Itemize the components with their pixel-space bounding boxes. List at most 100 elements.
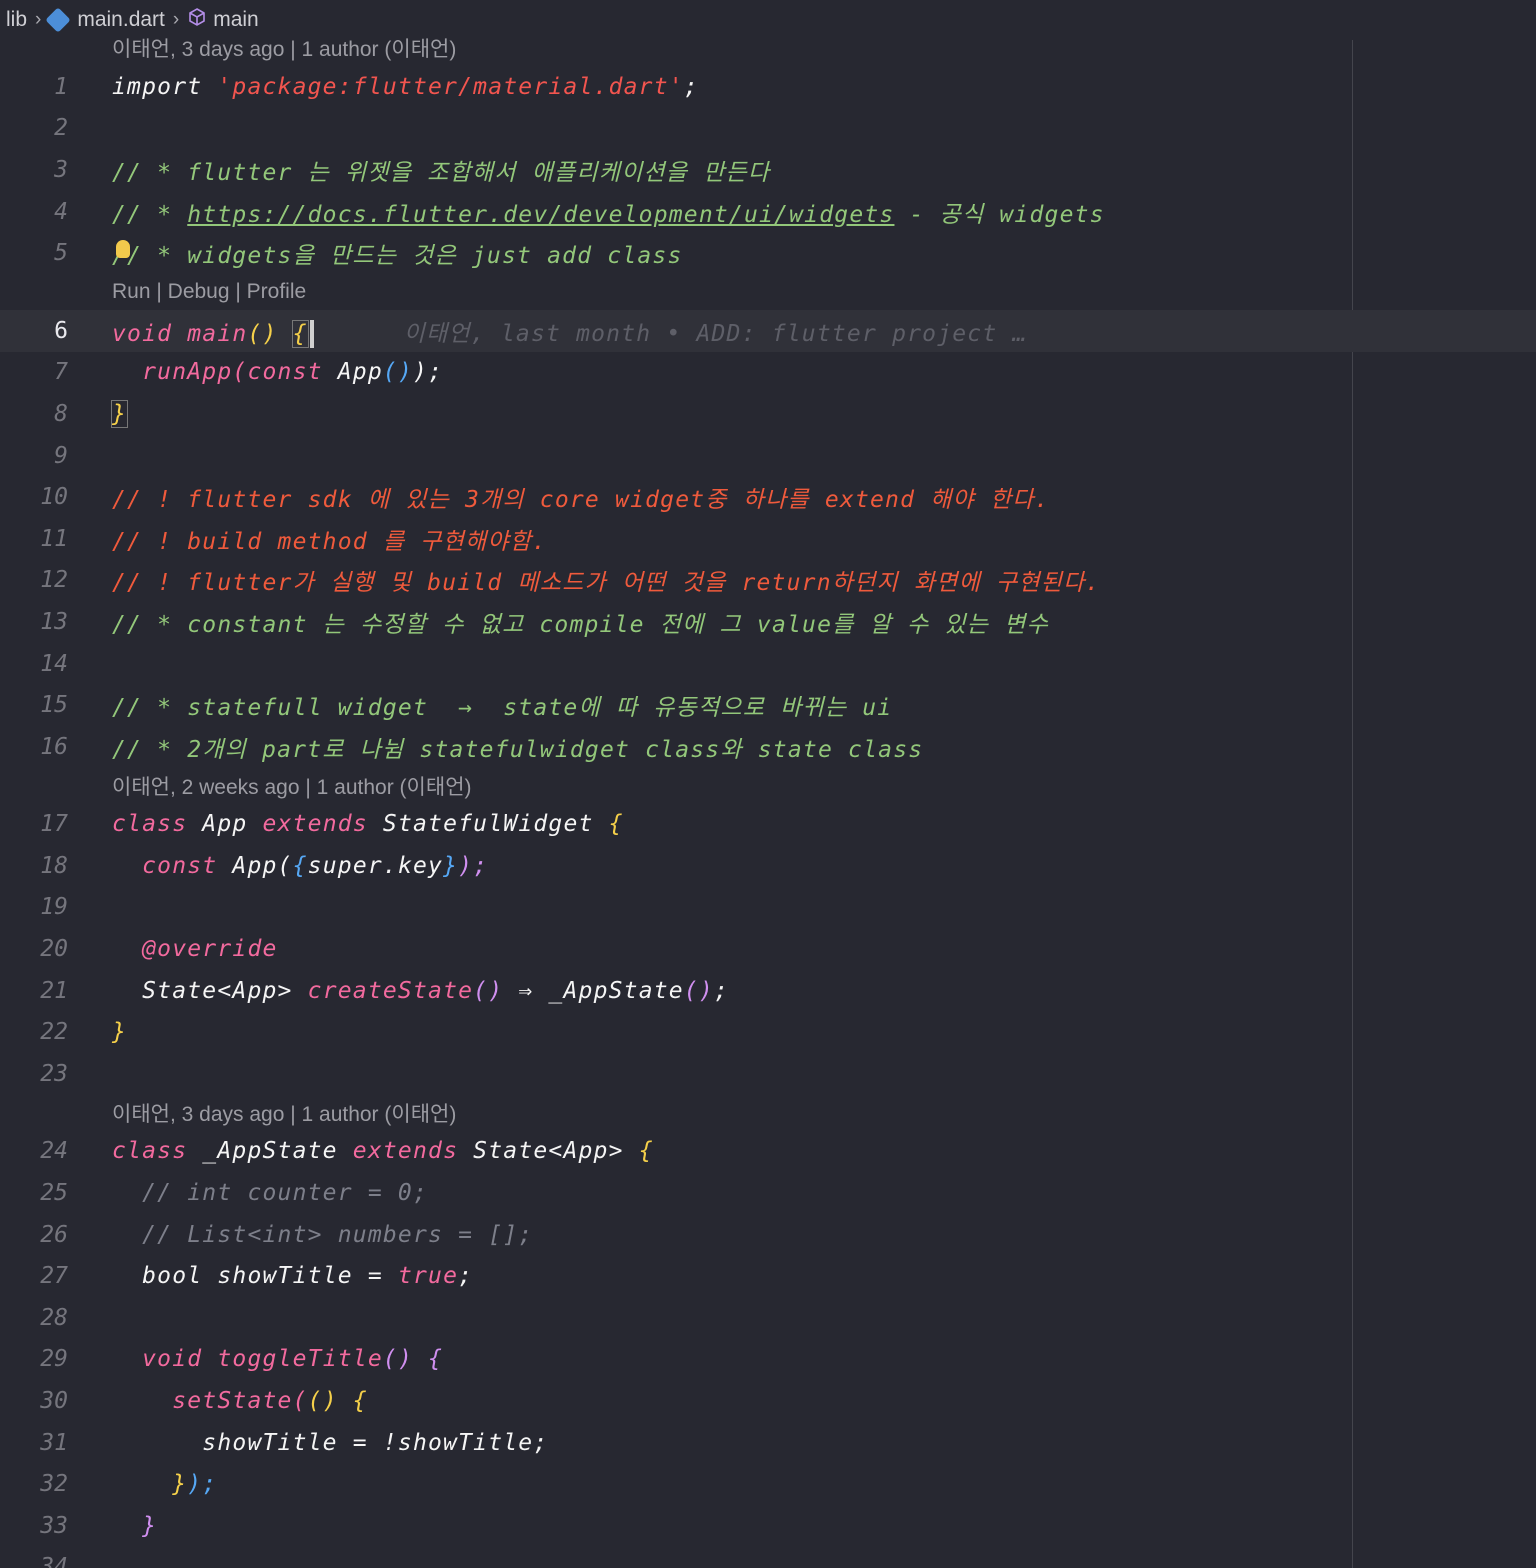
token: State<App>	[473, 1138, 639, 1165]
line-number: 33	[40, 1512, 68, 1539]
text-cursor	[309, 320, 314, 349]
token: State<App>	[142, 977, 308, 1004]
code-line: 22 }	[0, 1011, 1536, 1053]
code-lens[interactable]: 이태언, 2 weeks ago | 1 author (이태언)	[0, 768, 1536, 804]
line-code[interactable]: });	[96, 1471, 217, 1497]
code-line: 9	[0, 435, 1536, 477]
token: ()	[307, 1388, 353, 1415]
comment[interactable]: // * flutter 는 위젯을 조합해서 애플리케이션을 만든다	[96, 153, 770, 187]
code-line: 25 // int counter = 0;	[0, 1172, 1536, 1214]
code-line: 11 // ! build method 를 구현해야함.	[0, 518, 1536, 560]
line-code[interactable]: const App({super.key});	[96, 853, 488, 879]
line-number: 9	[54, 442, 68, 469]
line-number: 26	[40, 1221, 68, 1248]
line-code[interactable]: showTitle = !showTitle;	[96, 1430, 548, 1456]
line-number: 13	[40, 608, 68, 635]
token: setState(	[172, 1388, 308, 1415]
comment[interactable]: // * statefull widget → state에 따 유동적으로 바…	[96, 688, 892, 722]
token: _AppState	[202, 1138, 353, 1165]
git-blame-inline: 이태언, last month • ADD: flutter project …	[403, 320, 1028, 347]
line-number: 31	[40, 1429, 68, 1456]
comment[interactable]: // * constant 는 수정할 수 없고 compile 전에 그 va…	[96, 605, 1049, 639]
token: {	[292, 852, 308, 879]
token: ;	[683, 73, 699, 100]
code-lens[interactable]: 이태언, 3 days ago | 1 author (이태언)	[0, 30, 1536, 66]
code-lens-author[interactable]: 이태언, 3 days ago | 1 author (이태언)	[0, 33, 456, 63]
line-code[interactable]: // int counter = 0;	[96, 1180, 428, 1206]
line-number: 5	[54, 240, 68, 267]
line-code[interactable]: void toggleTitle() {	[96, 1346, 443, 1372]
line-code[interactable]: // List<int> numbers = [];	[96, 1222, 533, 1248]
token: super.key	[307, 852, 444, 879]
comment[interactable]: // ! build method 를 구현해야함.	[96, 522, 547, 556]
comment[interactable]: // * 2개의 part로 나뉨 statefulwidget class와 …	[96, 730, 923, 764]
token: ()	[247, 320, 293, 347]
line-code[interactable]: runApp(const App());	[96, 359, 443, 385]
code-lens-run-debug-profile[interactable]: Run | Debug | Profile	[0, 280, 306, 304]
line-code[interactable]: }	[96, 1513, 157, 1539]
line-code[interactable]: class App extends StatefulWidget {	[96, 811, 624, 837]
line-code[interactable]: @override	[96, 936, 278, 962]
line-code[interactable]: // * https://docs.flutter.dev/developmen…	[96, 195, 1105, 229]
code-line: 14	[0, 643, 1536, 685]
token: extends	[352, 1138, 474, 1165]
code-line: 20 @override	[0, 928, 1536, 970]
code-line: 29 void toggleTitle() {	[0, 1339, 1536, 1381]
token: );	[187, 1471, 218, 1498]
token: void	[112, 320, 188, 347]
line-number: 21	[40, 977, 68, 1004]
code-line: 30 setState(() {	[0, 1380, 1536, 1422]
breadcrumb-file[interactable]: main.dart	[77, 8, 165, 32]
line-number: 30	[40, 1388, 68, 1415]
line-code[interactable]: class _AppState extends State<App> {	[96, 1138, 654, 1164]
line-code[interactable]: void main() {이태언, last month • ADD: flut…	[96, 314, 1028, 349]
line-code[interactable]: State<App> createState() ⇒ _AppState();	[96, 978, 729, 1004]
code-line: 4 // * https://docs.flutter.dev/developm…	[0, 191, 1536, 233]
line-number: 14	[40, 650, 68, 677]
code-lens[interactable]: Run | Debug | Profile	[0, 274, 1536, 310]
line-number: 1	[54, 73, 68, 100]
comment[interactable]: // ! flutter가 실행 및 build 메소드가 어떤 것을 retu…	[96, 563, 1100, 597]
token: import	[112, 73, 218, 100]
code-line: 17 class App extends StatefulWidget {	[0, 804, 1536, 846]
code-line: 34	[0, 1547, 1536, 1568]
token: App	[202, 811, 263, 838]
code-editor[interactable]: 이태언, 3 days ago | 1 author (이태언) 1 impor…	[0, 30, 1536, 1568]
breadcrumb-folder[interactable]: lib	[6, 8, 27, 32]
code-line: 5 // * widgets을 만드는 것은 just add class	[0, 232, 1536, 274]
line-number: 2	[54, 115, 68, 142]
line-number: 11	[40, 525, 68, 552]
token: createState	[307, 977, 474, 1004]
code-lens[interactable]: 이태언, 3 days ago | 1 author (이태언)	[0, 1095, 1536, 1131]
token: 'package:flutter/material.dart'	[217, 73, 684, 100]
line-code[interactable]: }	[96, 399, 129, 428]
token[interactable]: }	[96, 1019, 127, 1045]
line-code[interactable]: setState(() {	[96, 1388, 368, 1414]
line-code[interactable]: bool showTitle = true;	[96, 1263, 473, 1289]
token: {	[352, 1388, 368, 1415]
token: ;	[458, 1263, 474, 1290]
line-code[interactable]: import 'package:flutter/material.dart';	[96, 74, 699, 100]
token: App	[337, 359, 383, 386]
comment-link[interactable]: https://docs.flutter.dev/development/ui/…	[187, 202, 894, 228]
comment[interactable]: // * widgets을 만드는 것은 just add class	[96, 236, 683, 270]
line-number: 17	[40, 811, 68, 838]
token: class	[112, 811, 203, 838]
code-line: 19	[0, 887, 1536, 929]
chevron-right-icon: ›	[35, 9, 42, 30]
comment[interactable]: // ! flutter sdk 에 있는 3개의 core widget중 하…	[96, 480, 1050, 514]
lightbulb-icon[interactable]	[116, 240, 130, 259]
token: class	[112, 1138, 203, 1165]
code-lens-author[interactable]: 이태언, 3 days ago | 1 author (이태언)	[0, 1098, 456, 1128]
code-line: 26 // List<int> numbers = [];	[0, 1214, 1536, 1256]
token: bool	[142, 1263, 218, 1290]
token: StatefulWidget	[382, 811, 609, 838]
code-line: 23	[0, 1053, 1536, 1095]
code-line: 33 }	[0, 1505, 1536, 1547]
line-number: 16	[40, 733, 68, 760]
code-line: 12 // ! flutter가 실행 및 build 메소드가 어떤 것을 r…	[0, 560, 1536, 602]
token: const	[142, 852, 233, 879]
code-lens-author[interactable]: 이태언, 2 weeks ago | 1 author (이태언)	[0, 771, 472, 801]
code-line: 15 // * statefull widget → state에 따 유동적으…	[0, 684, 1536, 726]
breadcrumb-symbol[interactable]: main	[213, 8, 259, 32]
